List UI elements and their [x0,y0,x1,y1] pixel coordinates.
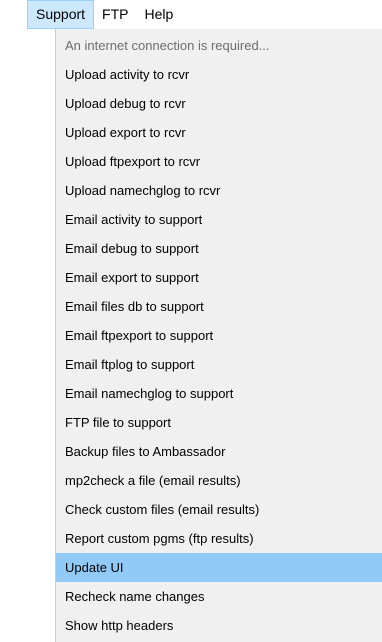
menu-item-internet-required: An internet connection is required... [65,38,270,53]
menu-item-update-ui[interactable]: Update UI [56,553,382,582]
menu-item-show-http-headers[interactable]: Show http headers [56,611,382,640]
menu-item-backup-files[interactable]: Backup files to Ambassador [56,437,382,466]
menu-item-upload-namechglog[interactable]: Upload namechglog to rcvr [56,176,382,205]
menu-item-check-custom-files[interactable]: Check custom files (email results) [56,495,382,524]
menu-item-report-custom-pgms[interactable]: Report custom pgms (ftp results) [56,524,382,553]
menu-item-upload-activity[interactable]: Upload activity to rcvr [56,60,382,89]
menu-item-upload-debug[interactable]: Upload debug to rcvr [56,89,382,118]
menu-item-upload-export[interactable]: Upload export to rcvr [56,118,382,147]
menu-item-recheck-name-changes[interactable]: Recheck name changes [56,582,382,611]
menu-ftp[interactable]: FTP [94,0,136,29]
menu-item-email-namechglog[interactable]: Email namechglog to support [56,379,382,408]
menu-item-ftp-file[interactable]: FTP file to support [56,408,382,437]
menu-item-email-ftpexport[interactable]: Email ftpexport to support [56,321,382,350]
menu-bar: Support FTP Help [0,0,382,29]
menu-item-mp2check[interactable]: mp2check a file (email results) [56,466,382,495]
menu-item-email-ftplog[interactable]: Email ftplog to support [56,350,382,379]
menu-help[interactable]: Help [137,0,182,29]
menu-item-email-activity[interactable]: Email activity to support [56,205,382,234]
menu-item-email-files-db[interactable]: Email files db to support [56,292,382,321]
menu-item-email-debug[interactable]: Email debug to support [56,234,382,263]
menu-item-upload-ftpexport[interactable]: Upload ftpexport to rcvr [56,147,382,176]
menu-item-email-export[interactable]: Email export to support [56,263,382,292]
menu-support[interactable]: Support [27,0,95,29]
support-dropdown-menu: An internet connection is required... Up… [55,29,382,642]
